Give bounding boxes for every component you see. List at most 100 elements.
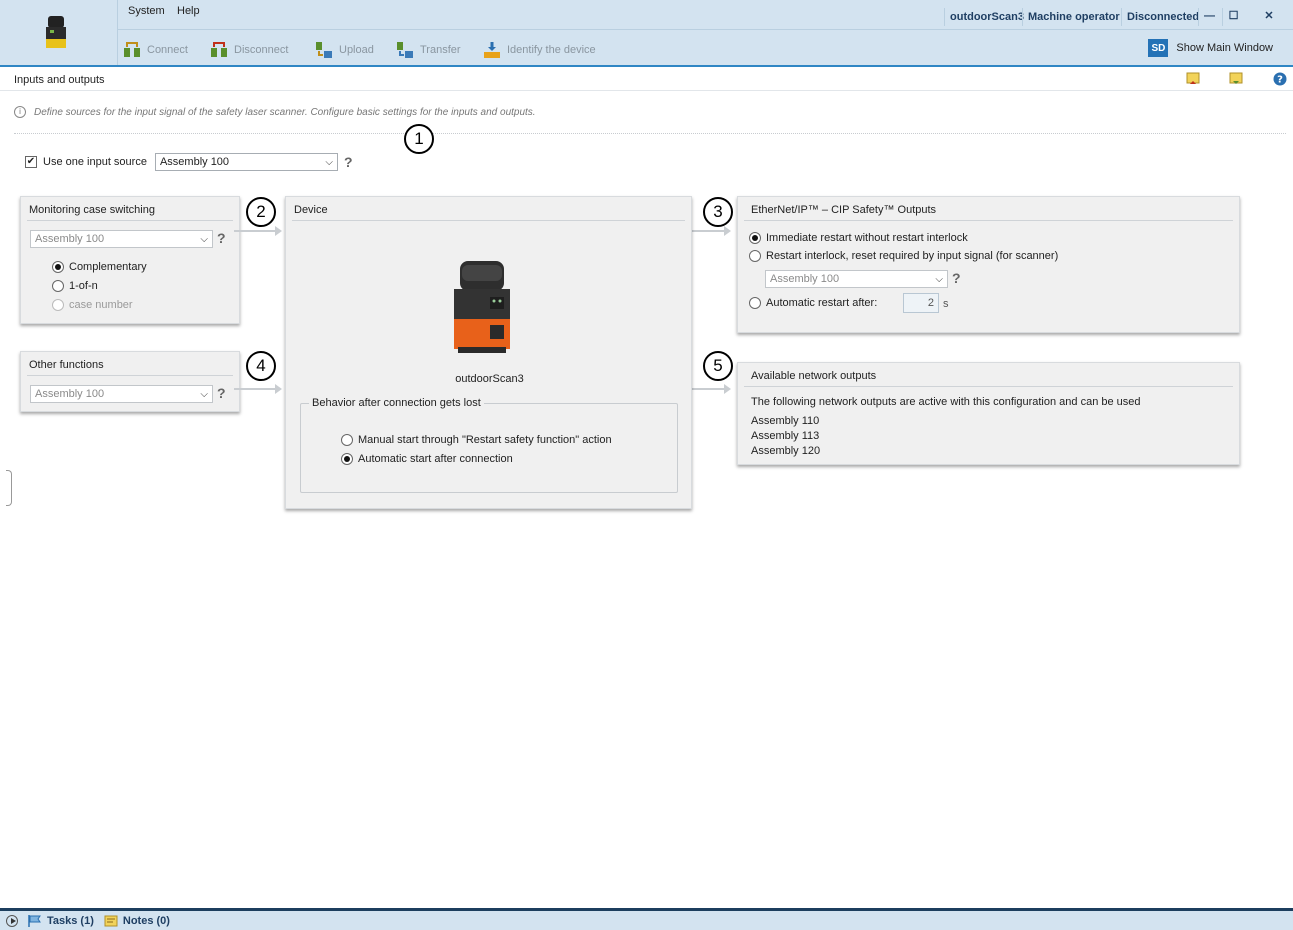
flag-icon <box>28 914 41 927</box>
help-question-icon[interactable]: ? <box>952 270 961 286</box>
connect-label: Connect <box>147 44 188 56</box>
use-one-input-source-label: Use one input source <box>43 156 147 168</box>
monitoring-case-select[interactable]: Assembly 100 ⌵ <box>30 230 213 248</box>
show-main-window-button[interactable]: SD Show Main Window <box>1148 39 1273 57</box>
notes-icon <box>104 915 118 926</box>
network-outputs-title: Available network outputs <box>751 370 877 382</box>
sidebar-expand-handle[interactable] <box>6 470 12 506</box>
tasks-tab[interactable]: Tasks (1) <box>28 914 94 927</box>
menu-bar: System Help outdoorScan3 Machine operato… <box>118 0 1293 26</box>
scanner-logo-icon <box>46 16 66 48</box>
radio-button[interactable] <box>749 297 761 309</box>
scanner-device-image <box>454 261 510 353</box>
panel-divider <box>744 220 1233 221</box>
identify-device-icon <box>484 42 500 58</box>
callout-1: 1 <box>404 124 434 154</box>
radio-label: Complementary <box>69 261 147 273</box>
use-one-input-source-checkbox[interactable]: ✔ <box>25 156 37 168</box>
callout-4: 4 <box>246 351 276 381</box>
toolbar: Connect Disconnect Upload Transfer Ident… <box>118 29 1293 66</box>
arrow-to-device <box>234 384 282 394</box>
device-panel: Device outdoorScan3 Behavior after conne… <box>285 196 692 509</box>
network-outputs-panel: Available network outputs The following … <box>737 362 1240 465</box>
bottom-status-bar: Tasks (1) Notes (0) <box>0 908 1293 930</box>
svg-text:?: ? <box>1277 75 1283 86</box>
radio-label: Automatic start after connection <box>358 453 513 465</box>
radio-label: case number <box>69 299 133 311</box>
upload-label: Upload <box>339 44 374 56</box>
cip-outputs-panel: EtherNet/IP™ – CIP Safety™ Outputs Immed… <box>737 196 1240 333</box>
menu-system[interactable]: System <box>128 5 165 17</box>
input-source-select[interactable]: Assembly 100 ⌵ <box>154 153 338 171</box>
show-main-window-label: Show Main Window <box>1176 42 1273 54</box>
radio-button[interactable] <box>341 434 353 446</box>
menu-help[interactable]: Help <box>177 5 200 17</box>
radio-button[interactable] <box>749 250 761 262</box>
network-outputs-description: The following network outputs are active… <box>751 396 1141 408</box>
export-report-icon[interactable] <box>1186 72 1200 86</box>
network-output-item: Assembly 113 <box>751 430 820 442</box>
chevron-down-icon: ⌵ <box>325 157 333 168</box>
expand-panel-icon[interactable] <box>6 914 18 927</box>
notes-tab[interactable]: Notes (0) <box>104 915 170 927</box>
network-output-item: Assembly 110 <box>751 415 820 427</box>
radio-case-number: case number <box>52 299 133 311</box>
panel-divider <box>744 386 1233 387</box>
other-functions-select[interactable]: Assembly 100 ⌵ <box>30 385 213 403</box>
other-functions-panel: Other functions Assembly 100 ⌵ ? <box>20 351 240 412</box>
callout-3: 3 <box>703 197 733 227</box>
radio-1-of-n[interactable]: 1-of-n <box>52 280 98 292</box>
radio-button[interactable] <box>52 280 64 292</box>
behavior-title: Behavior after connection gets lost <box>309 397 484 409</box>
minimize-button[interactable]: — <box>1198 8 1220 26</box>
page-header: Inputs and outputs ? <box>0 69 1293 91</box>
help-question-icon[interactable]: ? <box>217 230 226 246</box>
radio-label: 1-of-n <box>69 280 98 292</box>
network-output-item: Assembly 120 <box>751 445 821 457</box>
transfer-label: Transfer <box>420 44 461 56</box>
disconnect-icon <box>211 42 227 57</box>
restart-source-select[interactable]: Assembly 100 ⌵ <box>765 270 948 288</box>
import-report-icon[interactable] <box>1229 72 1243 86</box>
notes-label: Notes (0) <box>122 914 170 927</box>
upload-icon <box>316 42 332 58</box>
upload-button[interactable]: Upload <box>315 39 374 61</box>
callout-2: 2 <box>246 197 276 227</box>
tasks-label: Tasks (1) <box>47 914 94 927</box>
monitoring-case-value: Assembly 100 <box>35 233 105 245</box>
radio-complementary[interactable]: Complementary <box>52 261 147 273</box>
device-name: outdoorScan3 <box>455 373 524 385</box>
radio-button[interactable] <box>52 261 64 273</box>
input-source-row: ✔ Use one input source Assembly 100 ⌵ ? <box>25 153 353 171</box>
app-logo <box>0 0 118 65</box>
close-button[interactable]: ✕ <box>1258 8 1280 26</box>
chevron-down-icon: ⌵ <box>200 234 208 245</box>
radio-automatic-start[interactable]: Automatic start after connection <box>341 453 513 465</box>
disconnect-button[interactable]: Disconnect <box>210 39 288 61</box>
maximize-button[interactable]: ☐ <box>1222 8 1244 26</box>
connect-button[interactable]: Connect <box>123 39 188 61</box>
connection-status: Disconnected <box>1121 8 1204 26</box>
radio-label: Immediate restart without restart interl… <box>766 232 968 244</box>
separator <box>14 133 1286 134</box>
other-functions-title: Other functions <box>29 359 104 371</box>
radio-automatic-restart[interactable]: Automatic restart after: <box>749 297 877 309</box>
radio-button[interactable] <box>341 453 353 465</box>
help-question-icon[interactable]: ? <box>217 385 226 401</box>
radio-manual-start[interactable]: Manual start through "Restart safety fun… <box>341 434 612 446</box>
monitoring-case-panel: Monitoring case switching Assembly 100 ⌵… <box>20 196 240 324</box>
transfer-button[interactable]: Transfer <box>396 39 461 61</box>
identify-device-label: Identify the device <box>507 44 596 56</box>
info-icon: i <box>14 106 26 118</box>
help-icon[interactable]: ? <box>1273 72 1287 86</box>
chevron-down-icon: ⌵ <box>935 274 943 285</box>
chevron-down-icon: ⌵ <box>200 389 208 400</box>
identify-device-button[interactable]: Identify the device <box>483 39 596 61</box>
radio-restart-interlock[interactable]: Restart interlock, reset required by inp… <box>749 250 1058 262</box>
radio-button[interactable] <box>749 232 761 244</box>
page-title: Inputs and outputs <box>14 74 105 86</box>
disconnect-label: Disconnect <box>234 44 289 56</box>
help-question-icon[interactable]: ? <box>344 154 353 170</box>
restart-delay-input[interactable]: 2 <box>903 293 939 313</box>
radio-immediate-restart[interactable]: Immediate restart without restart interl… <box>749 232 968 244</box>
